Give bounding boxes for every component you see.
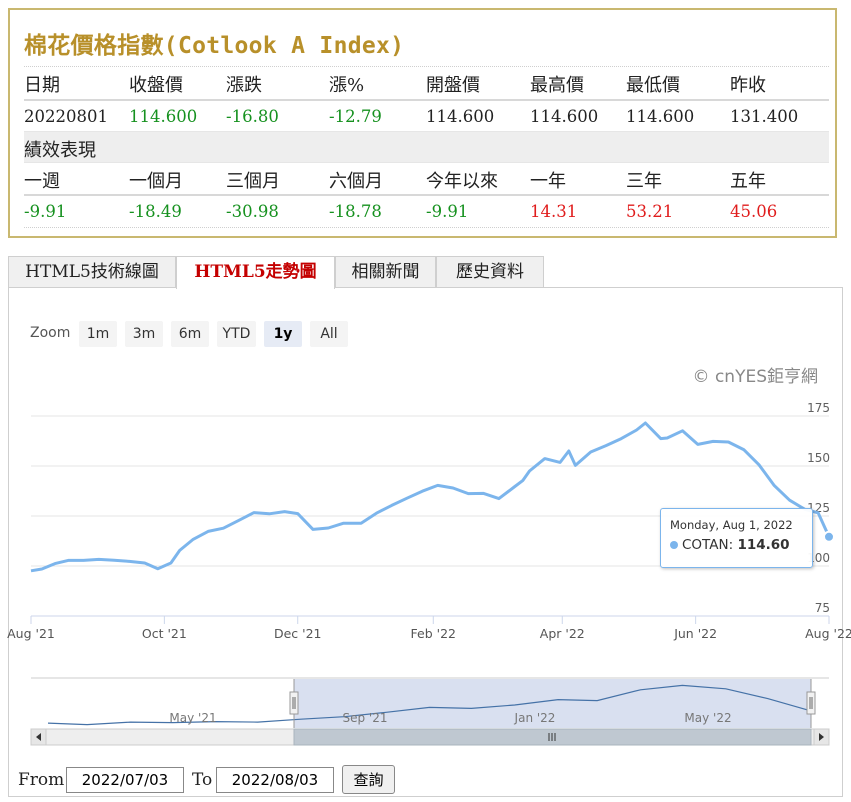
perf-title-row: 績效表現	[24, 131, 829, 163]
perf-header-3y: 三年	[626, 171, 662, 192]
to-date-input[interactable]	[216, 767, 334, 793]
zoom-6m-button[interactable]: 6m	[171, 321, 209, 347]
perf-header-3m: 三個月	[226, 171, 280, 192]
perf-title: 績效表現	[24, 140, 96, 161]
zoom-all-button[interactable]: All	[310, 321, 348, 347]
from-date-input[interactable]	[66, 767, 184, 793]
perf-header-1y: 一年	[530, 171, 566, 192]
perf-header-ytd: 今年以來	[426, 171, 498, 192]
perf-header-1m: 一個月	[129, 171, 183, 192]
zoom-ytd-button[interactable]: YTD	[217, 321, 256, 347]
perf-header-row: 一週 一個月 三個月 六個月 今年以來 一年 三年 五年	[24, 162, 829, 194]
header-change-pct: 漲%	[329, 75, 365, 96]
quote-value-row: 20220801 114.600 -16.80 -12.79 114.600 1…	[24, 99, 829, 132]
tab-history[interactable]: 歷史資料	[436, 256, 544, 287]
quote-title: 棉花價格指數(Cotlook A Index)	[24, 33, 405, 59]
zoom-label: Zoom	[30, 325, 71, 341]
tooltip-series-name: COTAN	[682, 537, 729, 553]
tab-html5-trend[interactable]: HTML5走勢圖	[176, 256, 335, 289]
value-high: 114.600	[530, 107, 599, 126]
zoom-3m-button[interactable]: 3m	[125, 321, 163, 347]
zoom-1y-button[interactable]: 1y	[264, 321, 302, 347]
perf-value-1y: 14.31	[530, 202, 578, 221]
perf-value-6m: -18.78	[329, 202, 382, 221]
series-color-dot-icon	[670, 541, 678, 549]
tooltip-date: Monday, Aug 1, 2022	[670, 518, 793, 532]
perf-value-1m: -18.49	[129, 202, 182, 221]
header-close: 收盤價	[129, 75, 183, 96]
header-open: 開盤價	[426, 75, 480, 96]
value-prev-close: 131.400	[730, 107, 799, 126]
perf-value-1w: -9.91	[24, 202, 67, 221]
to-label: To	[192, 770, 213, 790]
value-change: -16.80	[226, 107, 279, 126]
value-date: 20220801	[24, 107, 108, 126]
perf-header-6m: 六個月	[329, 171, 383, 192]
perf-value-3m: -30.98	[226, 202, 279, 221]
value-close: 114.600	[129, 107, 198, 126]
tooltip-series-line: COTAN: 114.60	[670, 537, 790, 553]
value-open: 114.600	[426, 107, 495, 126]
perf-value-ytd: -9.91	[426, 202, 469, 221]
zoom-1m-button[interactable]: 1m	[79, 321, 117, 347]
perf-value-5y: 45.06	[730, 202, 778, 221]
quote-panel: 棉花價格指數(Cotlook A Index) 日期 收盤價 漲跌 漲% 開盤價…	[8, 8, 837, 238]
header-date: 日期	[24, 75, 60, 96]
header-prev-close: 昨收	[730, 75, 766, 96]
header-change: 漲跌	[226, 75, 262, 96]
perf-header-1w: 一週	[24, 171, 60, 192]
header-high: 最高價	[530, 75, 584, 96]
tooltip-value: 114.60	[737, 537, 790, 553]
perf-value-row: -9.91 -18.49 -30.98 -18.78 -9.91 14.31 5…	[24, 194, 829, 228]
quote-header-row: 日期 收盤價 漲跌 漲% 開盤價 最高價 最低價 昨收	[24, 66, 829, 98]
header-low: 最低價	[626, 75, 680, 96]
tab-html5-technical[interactable]: HTML5技術線圖	[8, 256, 176, 287]
value-low: 114.600	[626, 107, 695, 126]
from-label: From	[18, 770, 65, 790]
perf-value-3y: 53.21	[626, 202, 674, 221]
query-button[interactable]: 查詢	[342, 765, 395, 794]
perf-header-5y: 五年	[730, 171, 766, 192]
chart-tooltip: Monday, Aug 1, 2022 COTAN: 114.60	[660, 508, 813, 568]
tab-related-news[interactable]: 相關新聞	[335, 256, 436, 287]
value-change-pct: -12.79	[329, 107, 382, 126]
